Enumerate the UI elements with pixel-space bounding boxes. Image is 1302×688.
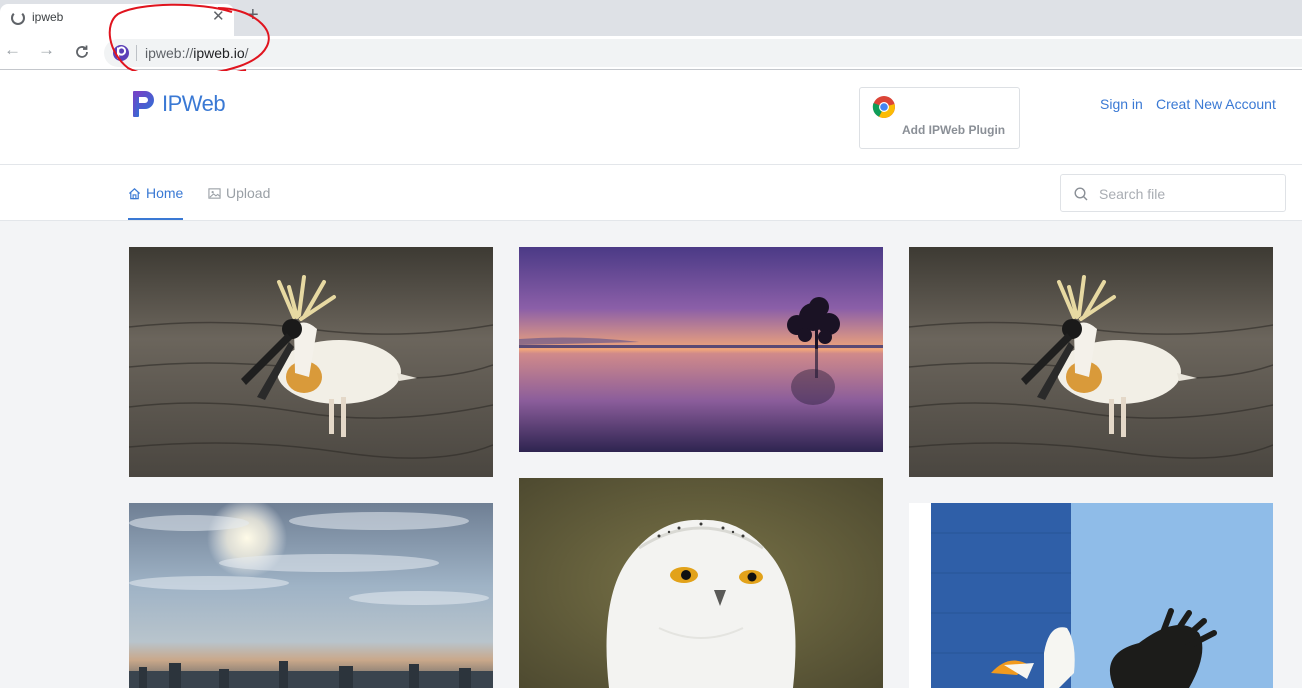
sign-in-link[interactable]: Sign in: [1100, 96, 1143, 112]
address-bar[interactable]: [104, 39, 1302, 67]
spoonbill-image-2: [909, 247, 1273, 477]
site-favicon-icon: [113, 45, 129, 61]
sky-city-image: [129, 503, 493, 688]
chrome-icon: [872, 96, 895, 118]
tab-title: ipweb: [32, 10, 64, 24]
sunset-lake-image: [519, 247, 883, 452]
search-icon: [1074, 187, 1088, 201]
gallery-image-spoonbill[interactable]: [129, 247, 493, 477]
nav-upload-label: Upload: [226, 185, 271, 201]
url-host: ipweb.io: [193, 45, 245, 61]
gallery-image-sky-city[interactable]: [129, 503, 493, 688]
nav-home-label: Home: [146, 185, 184, 201]
gallery-image-spoonbill-2[interactable]: [909, 247, 1273, 477]
search-input[interactable]: [1099, 184, 1279, 204]
address-url[interactable]: ipweb://ipweb.io/: [145, 45, 249, 61]
new-tab-icon[interactable]: +: [247, 4, 259, 27]
reload-icon[interactable]: [74, 44, 90, 60]
add-plugin-label: Add IPWeb Plugin: [902, 123, 1006, 137]
url-scheme: ipweb://: [145, 45, 194, 61]
site-header: [0, 71, 1302, 165]
spoonbill-image: [129, 247, 493, 477]
logo-text[interactable]: IPWeb: [162, 91, 226, 117]
home-icon: [128, 187, 141, 199]
nav-home-tab[interactable]: Home: [128, 185, 183, 201]
image-icon: [208, 187, 221, 199]
url-path: /: [244, 45, 249, 61]
forward-arrow-icon[interactable]: →: [38, 40, 55, 60]
close-tab-icon[interactable]: ✕: [212, 7, 225, 25]
loading-spinner-icon: [11, 11, 25, 25]
gallery-image-snowy-owl[interactable]: [519, 478, 883, 688]
add-plugin-card[interactable]: Add IPWeb Plugin: [859, 87, 1020, 149]
ipweb-logo-icon[interactable]: [130, 87, 162, 119]
search-box[interactable]: [1060, 174, 1286, 212]
eagle-image: [909, 503, 1273, 688]
active-tab-indicator: [128, 218, 183, 220]
nav-upload-tab[interactable]: Upload: [208, 185, 270, 201]
gallery-image-sunset-lake[interactable]: [519, 247, 883, 452]
gallery-image-eagle[interactable]: [909, 503, 1273, 688]
address-separator: [136, 45, 137, 61]
snowy-owl-image: [519, 478, 883, 688]
back-arrow-icon[interactable]: ←: [4, 40, 21, 60]
create-account-link[interactable]: Creat New Account: [1156, 96, 1276, 112]
